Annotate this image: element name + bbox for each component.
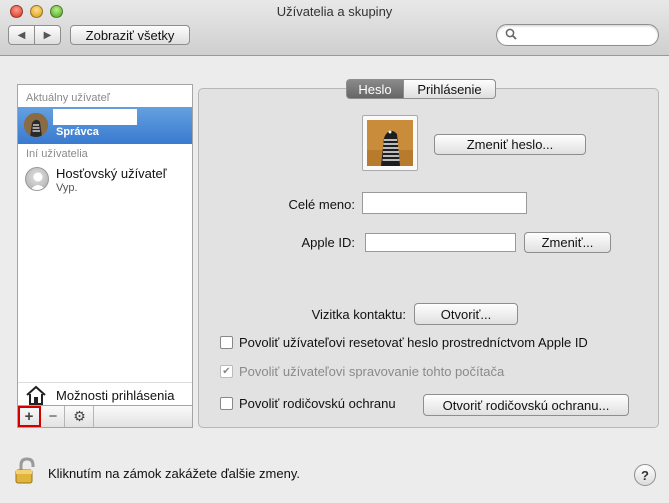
- full-name-label: Celé meno:: [288, 197, 355, 212]
- parental-controls-checkbox-row[interactable]: Povoliť rodičovskú ochranu: [220, 396, 396, 411]
- window-title: Užívatelia a skupiny: [276, 4, 393, 19]
- lock-status-text: Kliknutím na zámok zakážete ďalšie zmeny…: [48, 466, 300, 481]
- user-picture[interactable]: [362, 115, 418, 171]
- parental-controls-checkbox-label: Povoliť rodičovskú ochranu: [239, 396, 396, 411]
- current-user-header: Aktuálny užívateľ: [26, 92, 110, 104]
- apple-id-label: Apple ID:: [301, 235, 355, 250]
- house-icon: [25, 385, 47, 408]
- full-name-field[interactable]: [362, 192, 527, 214]
- chevron-left-icon: ◀: [17, 29, 26, 41]
- open-contact-card-button[interactable]: Otvoriť...: [414, 303, 518, 325]
- guest-user-status: Vyp.: [56, 182, 78, 194]
- login-options-item[interactable]: Možnosti prihlásenia: [18, 382, 192, 406]
- back-forward-group: ◀ ▶: [8, 25, 61, 45]
- reset-password-checkbox[interactable]: [220, 336, 233, 349]
- avatar: [24, 113, 48, 137]
- change-apple-id-button[interactable]: Zmeniť...: [524, 232, 611, 253]
- admin-checkbox-row: ✔ Povoliť užívateľovi spravovanie tohto …: [220, 364, 504, 379]
- contact-card-label: Vizitka kontaktu:: [311, 307, 406, 322]
- user-list-toolbar: + − ⚙: [17, 406, 193, 428]
- admin-checkbox: ✔: [220, 365, 233, 378]
- search-input[interactable]: [521, 27, 651, 43]
- reset-password-checkbox-row[interactable]: Povoliť užívateľovi resetovať heslo pros…: [220, 335, 588, 350]
- add-user-button[interactable]: +: [18, 406, 41, 427]
- lock-icon[interactable]: [13, 456, 43, 489]
- open-parental-controls-button[interactable]: Otvoriť rodičovskú ochranu...: [423, 394, 629, 416]
- gear-icon[interactable]: ⚙: [66, 406, 94, 427]
- change-password-button[interactable]: Zmeniť heslo...: [434, 134, 586, 155]
- back-button[interactable]: ◀: [9, 26, 35, 44]
- current-user-name: [53, 109, 137, 125]
- window-titlebar: Užívatelia a skupiny ◀ ▶ Zobraziť všetky: [0, 0, 669, 56]
- help-button[interactable]: ?: [634, 464, 656, 486]
- guest-user-name: Hosťovský užívateľ: [56, 166, 167, 181]
- forward-button[interactable]: ▶: [35, 26, 60, 44]
- list-item-guest-user[interactable]: Hosťovský užívateľ Vyp.: [18, 163, 192, 197]
- reset-password-checkbox-label: Povoliť užívateľovi resetovať heslo pros…: [239, 335, 588, 350]
- other-users-header: Iní užívatelia: [26, 148, 88, 160]
- admin-checkbox-label: Povoliť užívateľovi spravovanie tohto po…: [239, 364, 505, 379]
- current-user-role: Správca: [56, 126, 99, 138]
- chevron-right-icon: ▶: [43, 29, 52, 41]
- show-all-button[interactable]: Zobraziť všetky: [70, 25, 190, 45]
- user-silhouette-icon: [25, 167, 49, 191]
- tab-bar: Heslo Prihlásenie: [346, 79, 496, 99]
- login-options-label: Možnosti prihlásenia: [56, 388, 175, 403]
- user-list: Aktuálny užívateľ Správca Iní užívatelia…: [17, 84, 193, 406]
- search-field[interactable]: [496, 24, 659, 46]
- parental-controls-checkbox[interactable]: [220, 397, 233, 410]
- list-item-current-user[interactable]: Správca: [18, 107, 192, 144]
- apple-id-field[interactable]: [365, 233, 516, 252]
- remove-user-button[interactable]: −: [42, 406, 65, 427]
- tab-password[interactable]: Heslo: [346, 79, 404, 99]
- tab-login[interactable]: Prihlásenie: [404, 79, 496, 99]
- search-icon: [505, 28, 517, 43]
